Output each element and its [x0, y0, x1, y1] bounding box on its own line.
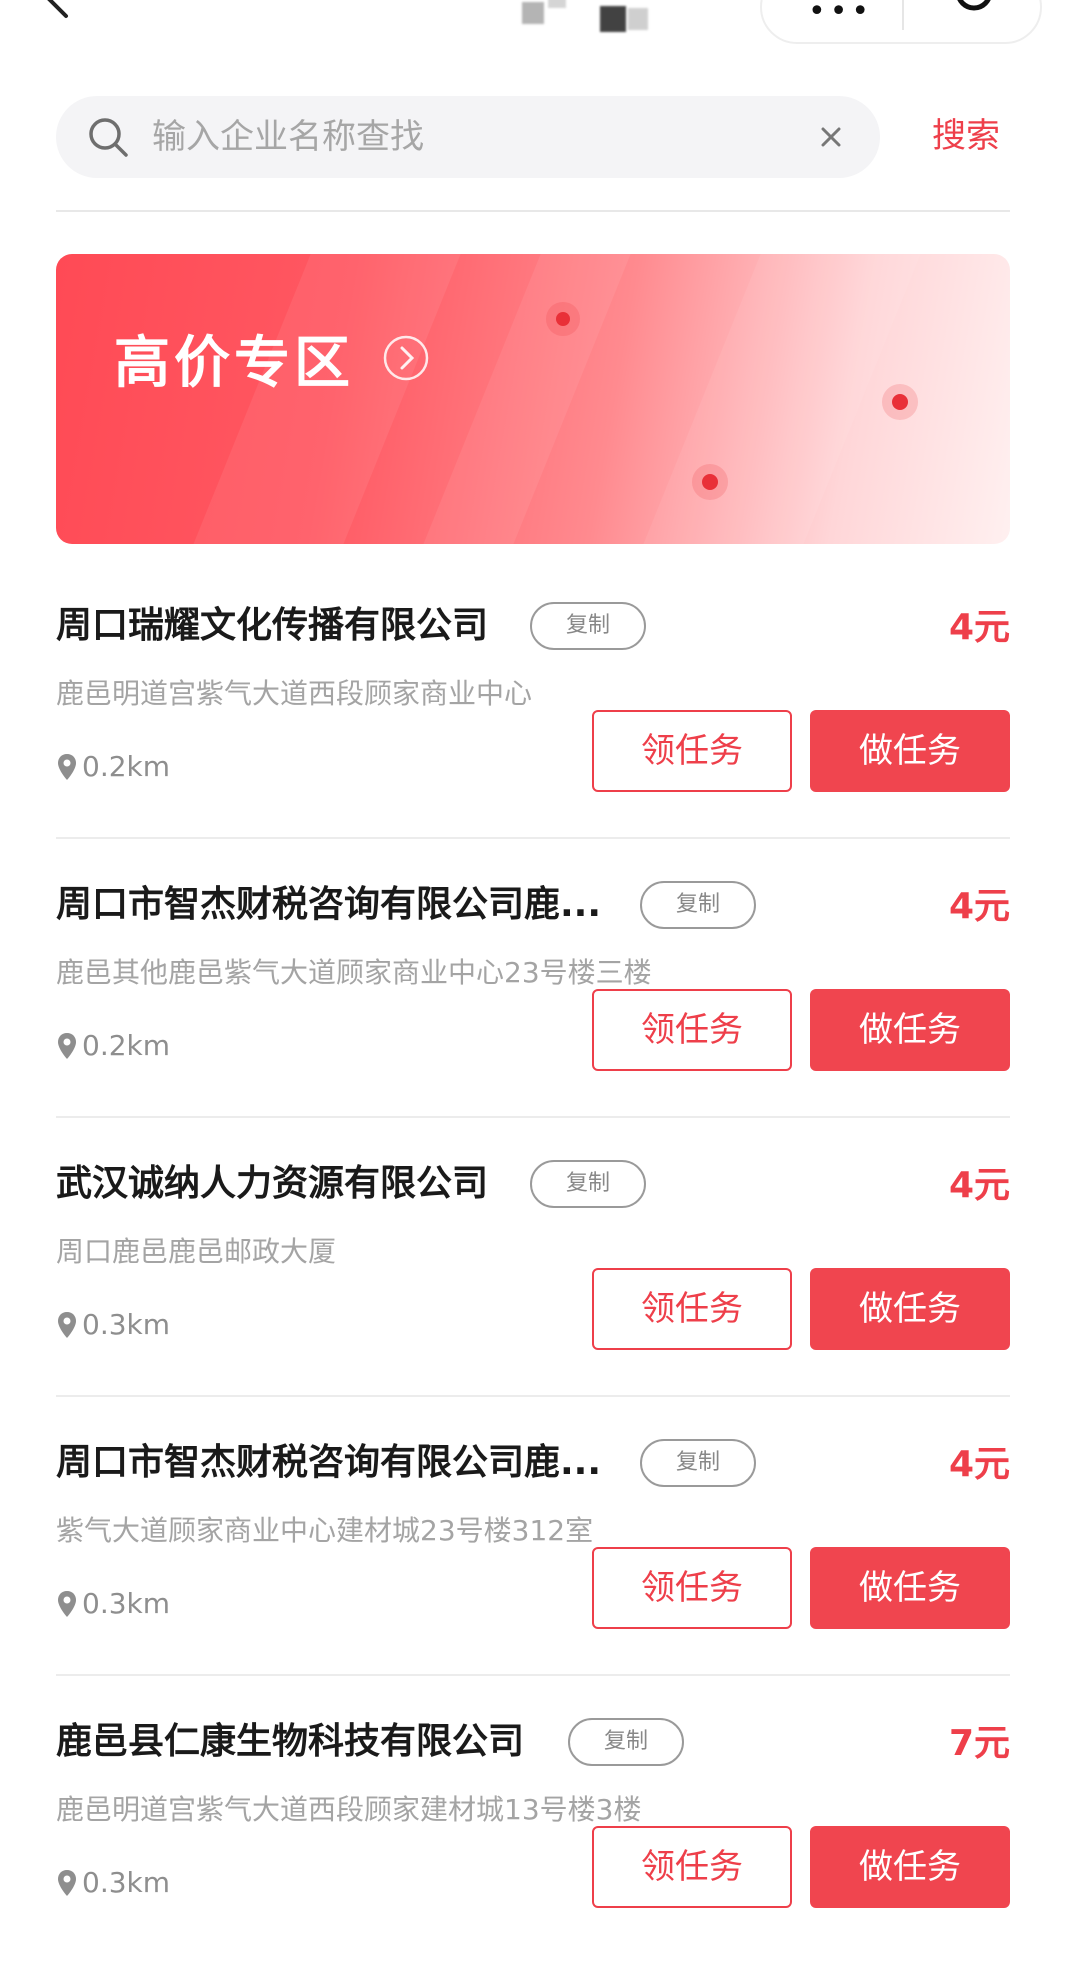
claim-task-button[interactable]: 领任务 — [592, 710, 792, 792]
mini-program-capsule: ••• — [760, 0, 1042, 44]
claim-task-button[interactable]: 领任务 — [592, 989, 792, 1071]
do-task-button[interactable]: 做任务 — [810, 1268, 1010, 1350]
search-box[interactable] — [56, 96, 880, 178]
do-task-button[interactable]: 做任务 — [810, 1826, 1010, 1908]
task-price: 4元 — [948, 1165, 1010, 1206]
company-address: 周口鹿邑鹿邑邮政大厦 — [56, 1235, 337, 1268]
claim-task-button[interactable]: 领任务 — [592, 1826, 792, 1908]
task-price: 4元 — [948, 607, 1010, 648]
location-pin-icon — [58, 1311, 76, 1338]
distance: 0.2km — [56, 1029, 170, 1062]
distance-value: 0.3km — [82, 1587, 171, 1620]
do-task-button[interactable]: 做任务 — [810, 989, 1010, 1071]
copy-button[interactable]: 复制 — [640, 1439, 756, 1487]
distance-value: 0.2km — [82, 750, 171, 783]
do-task-button[interactable]: 做任务 — [810, 1547, 1010, 1629]
company-name: 武汉诚纳人力资源有限公司 — [56, 1163, 489, 1204]
company-name: 周口市智杰财税咨询有限公司鹿... — [56, 1442, 602, 1483]
search-icon — [89, 118, 128, 157]
copy-button[interactable]: 复制 — [530, 602, 646, 650]
page-title-obscured — [470, 0, 670, 36]
task-price: 4元 — [948, 886, 1010, 927]
location-pin-icon — [58, 1590, 76, 1617]
claim-task-button[interactable]: 领任务 — [592, 1547, 792, 1629]
copy-button[interactable]: 复制 — [640, 881, 756, 929]
distance: 0.3km — [56, 1866, 170, 1899]
location-pin-icon — [58, 1032, 76, 1059]
list-item: 武汉诚纳人力资源有限公司 复制 4元 周口鹿邑鹿邑邮政大厦 0.3km 领任务 … — [56, 1118, 1010, 1397]
company-name: 周口市智杰财税咨询有限公司鹿... — [56, 884, 602, 925]
company-address: 鹿邑明道宫紫气大道西段顾家商业中心 — [56, 677, 533, 710]
copy-button[interactable]: 复制 — [568, 1718, 684, 1766]
exit-circle-icon[interactable] — [952, 0, 996, 22]
company-address: 鹿邑明道宫紫气大道西段顾家建材城13号楼3楼 — [56, 1793, 642, 1826]
map-dot — [892, 394, 908, 410]
list-item: 周口市智杰财税咨询有限公司鹿... 复制 4元 紫气大道顾家商业中心建材城23号… — [56, 1397, 1010, 1676]
map-dot — [702, 474, 718, 490]
search-input[interactable] — [152, 110, 772, 164]
company-task-list: 周口瑞耀文化传播有限公司 复制 4元 鹿邑明道宫紫气大道西段顾家商业中心 0.2… — [56, 560, 1010, 1955]
distance-value: 0.3km — [82, 1866, 171, 1899]
divider — [56, 210, 1010, 212]
list-item: 周口瑞耀文化传播有限公司 复制 4元 鹿邑明道宫紫气大道西段顾家商业中心 0.2… — [56, 560, 1010, 839]
search-button[interactable]: 搜索 — [932, 108, 1000, 157]
company-address: 鹿邑其他鹿邑紫气大道顾家商业中心23号楼三楼 — [56, 956, 652, 989]
banner-title: 高价专区 — [114, 331, 354, 396]
copy-button[interactable]: 复制 — [530, 1160, 646, 1208]
clear-icon[interactable] — [812, 118, 850, 156]
claim-task-button[interactable]: 领任务 — [592, 1268, 792, 1350]
task-price: 4元 — [948, 1444, 1010, 1485]
high-price-zone-banner[interactable]: 高价专区 — [56, 254, 1010, 544]
company-name: 鹿邑县仁康生物科技有限公司 — [56, 1721, 525, 1762]
chevron-right-circle-icon[interactable] — [382, 334, 430, 382]
distance-value: 0.2km — [82, 1029, 171, 1062]
list-item: 周口市智杰财税咨询有限公司鹿... 复制 4元 鹿邑其他鹿邑紫气大道顾家商业中心… — [56, 839, 1010, 1118]
distance-value: 0.3km — [82, 1308, 171, 1341]
list-item: 鹿邑县仁康生物科技有限公司 复制 7元 鹿邑明道宫紫气大道西段顾家建材城13号楼… — [56, 1676, 1010, 1955]
map-dot — [556, 312, 570, 326]
distance: 0.3km — [56, 1587, 170, 1620]
top-bar: ••• — [0, 0, 1080, 60]
location-pin-icon — [58, 753, 76, 780]
company-name: 周口瑞耀文化传播有限公司 — [56, 605, 489, 646]
location-pin-icon — [58, 1869, 76, 1896]
company-address: 紫气大道顾家商业中心建材城23号楼312室 — [56, 1514, 594, 1547]
capsule-divider — [902, 0, 904, 30]
do-task-button[interactable]: 做任务 — [810, 710, 1010, 792]
distance: 0.2km — [56, 750, 170, 783]
back-arrow-icon[interactable] — [36, 0, 76, 20]
distance: 0.3km — [56, 1308, 170, 1341]
more-icon[interactable]: ••• — [808, 0, 873, 29]
task-price: 7元 — [948, 1723, 1010, 1764]
